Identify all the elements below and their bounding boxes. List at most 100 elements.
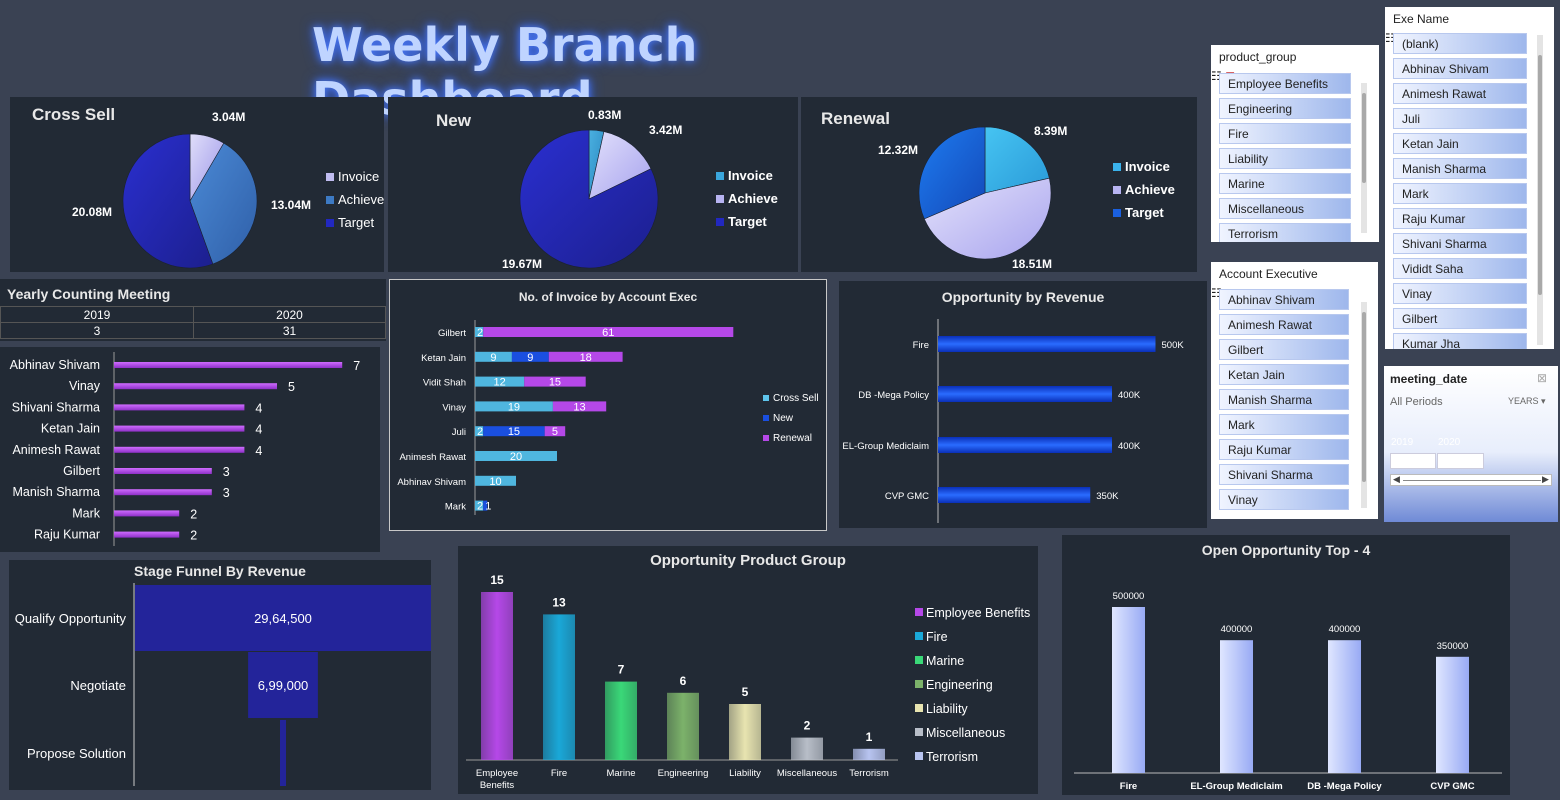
slicer-item[interactable]: Animesh Rawat — [1219, 314, 1349, 335]
slicer-item[interactable]: Kumar Jha — [1393, 333, 1527, 349]
cross-sell-panel[interactable]: Cross Sell 3.04M 13.04M 20.08M Invoice A… — [10, 97, 384, 272]
bar[interactable] — [938, 487, 1091, 503]
invoice-exec-chart[interactable]: Gilbert 2 61Ketan Jain 9 9 18Vidit Shah 12 15Vi… — [390, 280, 826, 530]
bar[interactable] — [605, 681, 637, 760]
slicer-item[interactable]: Manish Sharma — [1393, 158, 1527, 179]
cross-sell-label-target: 20.08M — [72, 205, 112, 219]
slicer-item[interactable]: Shivani Sharma — [1393, 233, 1527, 254]
slicer-item[interactable]: Ketan Jain — [1219, 364, 1349, 385]
product-group-slicer[interactable]: product_group ☷ ⊠ Employee BenefitsEngin… — [1211, 45, 1379, 242]
slicer-item[interactable]: Vinay — [1393, 283, 1527, 304]
renewal-panel[interactable]: Renewal 8.39M 18.51M 12.32M Invoice Achi… — [801, 97, 1197, 272]
timeline-bar[interactable] — [1437, 453, 1484, 469]
slicer-header: product_group — [1211, 45, 1379, 69]
exec-meetings-panel[interactable]: Abhinav Shivam 7 Vinay 5 Shivani Sharma 4 Keta… — [0, 347, 380, 552]
timeline-scrollbar[interactable]: ◀ ▶ — [1390, 474, 1552, 486]
bar[interactable] — [543, 614, 575, 760]
timeline-year-2019[interactable]: 2019 — [1391, 437, 1413, 448]
open-opp-panel[interactable]: Open Opportunity Top - 4 500000 Fire 40000… — [1062, 535, 1510, 795]
opp-revenue-panel[interactable]: Opportunity by Revenue Fire 500K DB -Mega … — [839, 281, 1207, 528]
slicer-item[interactable]: Animesh Rawat — [1393, 83, 1527, 104]
slicer-item[interactable]: Gilbert — [1393, 308, 1527, 329]
timeline-bar[interactable] — [1390, 453, 1436, 469]
slicer-item[interactable]: Vinay — [1219, 489, 1349, 510]
slicer-scrollbar[interactable] — [1537, 35, 1543, 345]
bar[interactable] — [1220, 640, 1253, 773]
bar[interactable] — [667, 692, 699, 760]
bar[interactable] — [1328, 640, 1361, 773]
slicer-item[interactable]: Gilbert — [1219, 339, 1349, 360]
bar[interactable] — [114, 510, 180, 517]
stage-funnel-chart[interactable]: Qualify Opportunity 29,64,500 Negotiate 6,9… — [9, 560, 431, 790]
bar[interactable] — [791, 737, 823, 760]
slicer-item[interactable]: Engineering — [1219, 98, 1351, 119]
exe-name-slicer[interactable]: Exe Name ☷ ⊠ (blank)Abhinav ShivamAnimes… — [1385, 7, 1554, 349]
bar[interactable] — [938, 386, 1112, 402]
scroll-track[interactable] — [1403, 480, 1541, 481]
scroll-thumb[interactable] — [1538, 55, 1542, 295]
slicer-item[interactable]: Liability — [1219, 148, 1351, 169]
slicer-item[interactable]: Fire — [1219, 123, 1351, 144]
slicer-item[interactable]: Ketan Jain — [1393, 133, 1527, 154]
exec-meetings-chart[interactable]: Abhinav Shivam 7 Vinay 5 Shivani Sharma 4 Keta… — [0, 347, 380, 552]
data-label: 2 — [477, 426, 483, 438]
scroll-thumb[interactable] — [1362, 93, 1366, 183]
new-panel[interactable]: New 0.83M 3.42M 19.67M Invoice Achieve T… — [388, 97, 798, 272]
legend-swatch — [915, 656, 923, 664]
funnel-bar[interactable] — [280, 720, 286, 786]
bar[interactable] — [114, 446, 245, 453]
scroll-right-icon[interactable]: ▶ — [1542, 474, 1549, 485]
bar[interactable] — [114, 362, 343, 368]
account-exec-slicer[interactable]: Account Executive ☷ ⊠ Abhinav ShivamAnim… — [1211, 262, 1378, 519]
invoice-exec-panel[interactable]: No. of Invoice by Account Exec Gilbert 2 6… — [389, 279, 827, 531]
category-label: Vinay — [442, 402, 466, 413]
slicer-item[interactable]: Shivani Sharma — [1219, 464, 1349, 485]
bar[interactable] — [853, 748, 885, 760]
slicer-scrollbar[interactable] — [1361, 83, 1367, 233]
bar[interactable] — [114, 404, 245, 411]
slicer-item[interactable]: Vididt Saha — [1393, 258, 1527, 279]
timeline-year-2020[interactable]: 2020 — [1438, 437, 1460, 448]
slicer-item[interactable]: Abhinav Shivam — [1219, 289, 1349, 310]
bar[interactable] — [114, 383, 277, 390]
slicer-item[interactable]: Employee Benefits — [1219, 73, 1351, 94]
slicer-item[interactable]: (blank) — [1393, 33, 1527, 54]
stage-label: Negotiate — [70, 678, 126, 693]
bar[interactable] — [729, 704, 761, 760]
bar[interactable] — [938, 437, 1112, 453]
bar[interactable] — [481, 592, 513, 760]
slicer-item[interactable]: Juli — [1393, 108, 1527, 129]
bar[interactable] — [114, 489, 212, 496]
category-label: Vinay — [69, 379, 101, 393]
bar[interactable] — [114, 468, 212, 474]
bar[interactable] — [1112, 607, 1145, 773]
opp-product-panel[interactable]: Opportunity Product Group 15 Employee Bene… — [458, 546, 1038, 794]
meeting-date-timeline[interactable]: meeting_date ⊠ All Periods YEARS ▾ 2019 … — [1384, 366, 1558, 522]
scroll-thumb[interactable] — [1362, 312, 1366, 482]
slicer-item[interactable]: Manish Sharma — [1219, 389, 1349, 410]
category-label: DB -Mega Policy — [858, 390, 929, 401]
timeline-level-dropdown[interactable]: YEARS ▾ — [1508, 396, 1546, 407]
year-2020: 2020 — [193, 306, 386, 323]
stage-funnel-panel[interactable]: Stage Funnel By Revenue Qualify Opportun… — [9, 560, 431, 790]
slicer-item[interactable]: Raju Kumar — [1219, 439, 1349, 460]
open-opp-chart[interactable]: 500000 Fire 400000 EL-Group Mediclaim 400000… — [1062, 535, 1510, 795]
slicer-item[interactable]: Raju Kumar — [1393, 208, 1527, 229]
legend-renewal: Renewal — [773, 432, 812, 444]
opp-revenue-chart[interactable]: Fire 500K DB -Mega Policy 400K EL-Group Medi… — [839, 281, 1207, 528]
slicer-scrollbar[interactable] — [1361, 302, 1367, 508]
slicer-item[interactable]: Terrorism — [1219, 223, 1351, 242]
bar[interactable] — [114, 531, 180, 538]
slicer-item[interactable]: Mark — [1393, 183, 1527, 204]
slicer-item[interactable]: Mark — [1219, 414, 1349, 435]
slicer-item[interactable]: Marine — [1219, 173, 1351, 194]
slicer-item[interactable]: Miscellaneous — [1219, 198, 1351, 219]
bar[interactable] — [938, 336, 1156, 352]
category-label: EL-Group Mediclaim — [842, 441, 929, 452]
opp-product-chart[interactable]: 15EmployeeBenefitsEmployee Benefits13Fir… — [458, 546, 1038, 794]
clear-filter-icon[interactable]: ⊠ — [1537, 371, 1547, 385]
slicer-item[interactable]: Abhinav Shivam — [1393, 58, 1527, 79]
bar[interactable] — [114, 425, 245, 432]
bar[interactable] — [1436, 656, 1469, 773]
scroll-left-icon[interactable]: ◀ — [1393, 474, 1400, 485]
